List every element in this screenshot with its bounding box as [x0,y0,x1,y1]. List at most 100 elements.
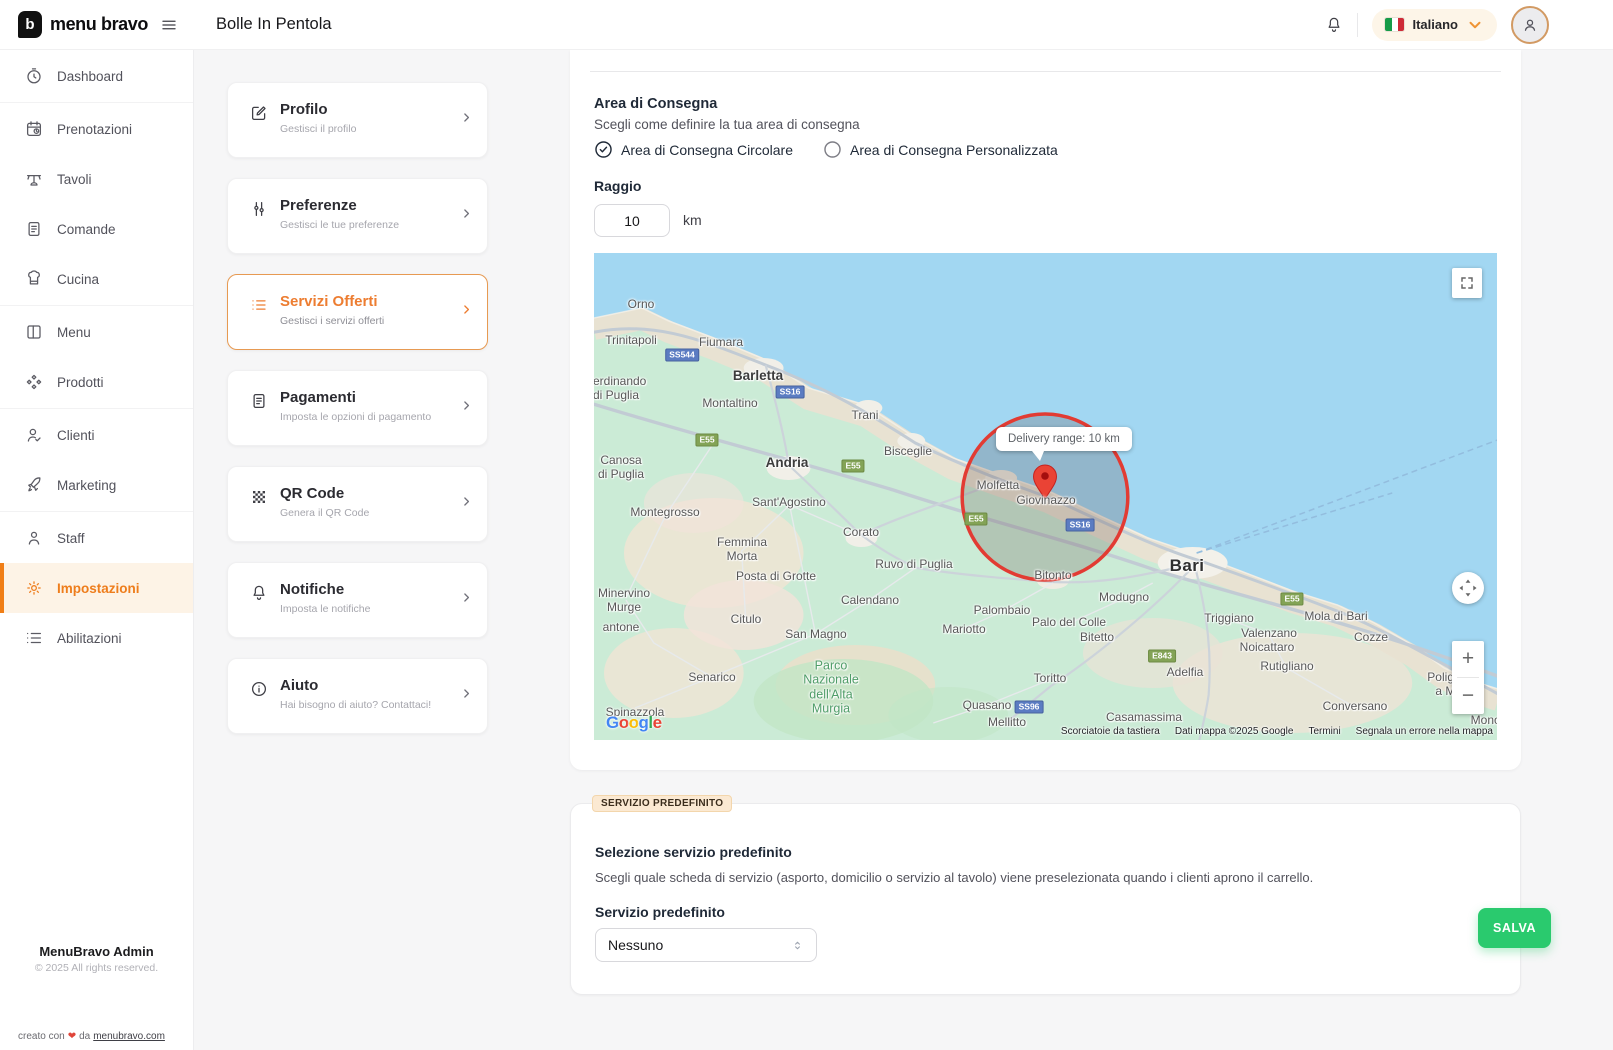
settings-card-qr-code[interactable]: QR CodeGenera il QR Code [227,466,488,542]
delivery-map[interactable]: OrnoTrinitapoliFiumaraSS544Ferdinando di… [594,253,1497,740]
rocket-icon [25,476,43,494]
section-divider [590,71,1501,72]
map-canvas [594,253,1497,740]
pan-arrows-icon [1455,575,1481,601]
heart-icon: ❤ [68,1031,76,1042]
settings-card-servizi-offerti[interactable]: Servizi OffertiGestisci i servizi offert… [227,274,488,350]
map-fullscreen-button[interactable] [1452,268,1482,298]
chevron-right-icon [460,687,473,705]
sidebar-group: Staff Impostazioni Abilitazioni [0,512,193,664]
language-label: Italiano [1412,17,1458,32]
radio-circular-area[interactable]: Area di Consegna Circolare [594,140,793,159]
settings-card-subtitle: Imposta le opzioni di pagamento [280,411,431,423]
sidebar-toggle-button[interactable] [156,12,182,38]
clock-icon [25,67,43,85]
sidebar-item-marketing[interactable]: Marketing [0,460,193,510]
settings-nav-cards: ProfiloGestisci il profilo PreferenzeGest… [227,82,488,734]
sidebar-item-prodotti[interactable]: Prodotti [0,357,193,407]
sidebar-item-abilitazioni[interactable]: Abilitazioni [0,613,193,663]
default-service-description: Scegli quale scheda di servizio (asporto… [595,870,1313,885]
topbar-divider [1357,13,1358,37]
sliders-icon [250,200,268,218]
save-button[interactable]: SALVA [1478,908,1551,948]
map-attribution-item: Dati mappa ©2025 Google [1175,726,1294,737]
chevron-right-icon [460,591,473,609]
sidebar-item-prenotazioni[interactable]: Prenotazioni [0,104,193,154]
sidebar-item-impostazioni[interactable]: Impostazioni [0,563,193,613]
receipt-icon [25,220,43,238]
zoom-in-button[interactable]: + [1452,641,1484,677]
delivery-range-tooltip-text: Delivery range: 10 km [1008,433,1120,445]
chevron-right-icon [460,207,473,225]
map-attribution-item[interactable]: Scorciatoie da tastiera [1061,726,1160,737]
sidebar-item-clienti[interactable]: Clienti [0,410,193,460]
sidebar-group: Clienti Marketing [0,409,193,512]
sidebar-item-label: Prenotazioni [57,122,132,137]
sidebar-item-label: Tavoli [57,172,92,187]
delivery-area-options: Area di Consegna Circolare Area di Conse… [594,140,1058,159]
map-attribution-item[interactable]: Termini [1308,726,1340,737]
info-icon [250,680,268,698]
bell-icon [250,584,268,602]
notifications-button[interactable] [1325,16,1343,34]
sidebar-item-comande[interactable]: Comande [0,204,193,254]
radio-checked-icon [594,140,613,159]
settings-card-profilo[interactable]: ProfiloGestisci il profilo [227,82,488,158]
delivery-area-panel: Area di Consegna Scegli come definire la… [570,50,1521,770]
footer-credit-prefix: creato con [18,1031,65,1042]
sidebar-item-menu[interactable]: Menu [0,307,193,357]
diamonds-icon [25,373,43,391]
user-avatar-button[interactable] [1511,6,1549,44]
sidebar-item-label: Abilitazioni [57,631,122,646]
zoom-out-button[interactable]: − [1452,678,1484,714]
sidebar-item-staff[interactable]: Staff [0,513,193,563]
brand-logo-icon: b [18,11,42,38]
radio-unchecked-icon [823,140,842,159]
settings-card-aiuto[interactable]: AiutoHai bisogno di aiuto? Contattaci! [227,658,488,734]
settings-card-title: Preferenze [280,196,399,216]
sidebar-item-label: Cucina [57,272,99,287]
map-pan-control[interactable] [1452,572,1484,604]
settings-card-preferenze[interactable]: PreferenzeGestisci le tue preferenze [227,178,488,254]
receipt-icon [250,392,268,410]
user-icon [1521,16,1539,34]
sidebar-item-label: Marketing [57,478,116,493]
main-content: ProfiloGestisci il profilo PreferenzeGest… [194,50,1613,1050]
sidebar-item-dashboard[interactable]: Dashboard [0,51,193,101]
settings-card-title: Aiuto [280,676,431,696]
listcheck-icon [25,629,43,647]
footer-copyright: © 2025 All rights reserved. [0,962,193,974]
map-attribution-item[interactable]: Segnala un errore nella mappa [1356,726,1493,737]
default-service-label: Servizio predefinito [595,904,725,920]
sidebar-item-label: Staff [57,531,85,546]
radius-input[interactable] [594,204,670,237]
brand-logo-text: menu bravo [50,14,148,35]
radius-unit: km [683,212,702,228]
chef-icon [25,270,43,288]
default-service-select[interactable]: Nessuno [595,928,817,962]
fullscreen-icon [1459,275,1475,291]
sidebar: Dashboard Prenotazioni Tavoli Comande Cucina… [0,50,194,1050]
delivery-range-tooltip: Delivery range: 10 km [996,427,1132,451]
user-check-icon [25,426,43,444]
radio-circular-label: Area di Consegna Circolare [621,142,793,158]
default-service-chip: SERVIZIO PREDEFINITO [592,795,732,812]
settings-card-subtitle: Imposta le notifiche [280,603,370,615]
settings-card-notifiche[interactable]: NotificheImposta le notifiche [227,562,488,638]
calendar-icon [25,120,43,138]
sidebar-item-tavoli[interactable]: Tavoli [0,154,193,204]
radio-custom-area[interactable]: Area di Consegna Personalizzata [823,140,1058,159]
brand-logo[interactable]: b menu bravo [18,11,148,38]
settings-card-title: Pagamenti [280,388,431,408]
chevron-right-icon [460,111,473,129]
settings-card-pagamenti[interactable]: Pagamenti Imposta le opzioni di pagamento [227,370,488,446]
language-selector[interactable]: Italiano [1372,9,1497,41]
sidebar-item-label: Prodotti [57,375,104,390]
chevron-right-icon [460,303,473,321]
google-logo[interactable]: Google [606,713,662,733]
settings-card-title: Profilo [280,100,356,120]
settings-card-title: Servizi Offerti [280,292,384,312]
sidebar-item-cucina[interactable]: Cucina [0,254,193,304]
listbul-icon [250,296,268,314]
footer-credit-link[interactable]: menubravo.com [93,1031,165,1042]
